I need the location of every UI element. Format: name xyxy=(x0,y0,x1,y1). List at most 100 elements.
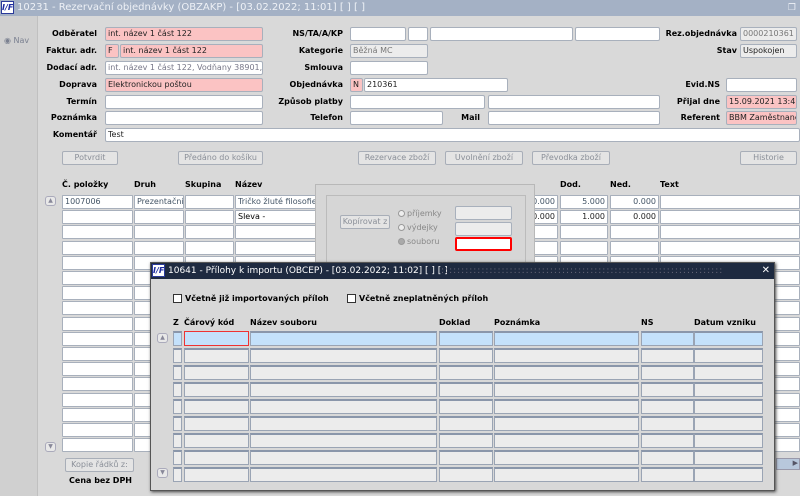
table-cell[interactable] xyxy=(235,225,320,240)
uvolneni-button[interactable]: Uvolnění zboží xyxy=(445,151,523,165)
potvrdit-button[interactable]: Potvrdit xyxy=(62,151,118,165)
dialog-cell[interactable] xyxy=(173,433,182,448)
dialog-cell[interactable] xyxy=(184,399,249,414)
table-cell[interactable] xyxy=(62,347,133,361)
table-cell[interactable] xyxy=(560,225,608,240)
dialog-cell[interactable] xyxy=(439,467,493,482)
table-cell[interactable] xyxy=(610,225,659,240)
dialog-cell[interactable] xyxy=(250,399,437,414)
table-cell[interactable] xyxy=(62,271,133,285)
table-cell[interactable] xyxy=(660,240,800,255)
komentar-field[interactable]: Test xyxy=(105,128,800,142)
a-field[interactable] xyxy=(430,27,573,41)
ta-field[interactable] xyxy=(408,27,428,41)
nav-button[interactable]: ◉ Nav xyxy=(4,36,29,45)
dialog-cell[interactable] xyxy=(439,331,493,346)
row1-skupina[interactable] xyxy=(185,195,234,209)
table-cell[interactable] xyxy=(134,240,184,255)
table-cell[interactable] xyxy=(62,362,133,377)
table-cell[interactable] xyxy=(134,225,184,240)
dialog-cell[interactable] xyxy=(694,433,763,448)
dialog-cell[interactable] xyxy=(694,365,763,380)
dialog-cell[interactable] xyxy=(250,416,437,431)
table-scroll-down[interactable]: ▼ xyxy=(45,442,56,452)
dialog-cell[interactable] xyxy=(694,382,763,397)
table-cell[interactable] xyxy=(62,240,133,255)
objednavka-field[interactable]: 210361 xyxy=(364,78,508,92)
dialog-cell[interactable] xyxy=(494,331,639,346)
dialog-scroll-up[interactable]: ▲ xyxy=(157,333,168,343)
dialog-cell[interactable] xyxy=(494,416,639,431)
table-cell[interactable] xyxy=(62,255,133,270)
dialog-scroll-down[interactable]: ▼ xyxy=(157,468,168,478)
dialog-cell[interactable] xyxy=(173,348,182,363)
close-icon[interactable]: ✕ xyxy=(762,263,770,279)
dialog-cell[interactable] xyxy=(641,416,694,431)
radio-prijemky[interactable]: příjemky xyxy=(398,209,442,218)
kategorie-field[interactable]: Běžná MC xyxy=(350,44,428,58)
dialog-cell[interactable] xyxy=(439,348,493,363)
smlouva-field[interactable] xyxy=(350,61,428,75)
dialog-cell[interactable] xyxy=(694,399,763,414)
table-cell[interactable] xyxy=(560,240,608,255)
dialog-cell[interactable] xyxy=(173,416,182,431)
termin-field[interactable] xyxy=(105,95,263,109)
table-cell[interactable] xyxy=(62,331,133,346)
dialog-cell[interactable] xyxy=(494,450,639,465)
dialog-cell[interactable] xyxy=(641,382,694,397)
table-cell[interactable] xyxy=(62,210,133,225)
zpusob-detail-field[interactable] xyxy=(488,95,660,109)
dialog-cell[interactable] xyxy=(439,433,493,448)
dialog-cell[interactable] xyxy=(494,399,639,414)
dialog-cell[interactable] xyxy=(494,467,639,482)
dodaci-field[interactable]: int. název 1 část 122, Vodňany 38901, Č xyxy=(105,61,263,75)
dialog-cell[interactable] xyxy=(694,416,763,431)
dialog-cell[interactable] xyxy=(694,331,763,346)
rezervace-button[interactable]: Rezervace zboží xyxy=(358,151,436,165)
restore-icon[interactable]: ❐ xyxy=(788,0,796,16)
dialog-cell[interactable] xyxy=(184,348,249,363)
row2-ned[interactable]: 0.000 xyxy=(610,210,659,224)
poznamka-field[interactable] xyxy=(105,111,263,125)
dialog-cell[interactable] xyxy=(694,450,763,465)
table-cell[interactable] xyxy=(660,225,800,240)
row2-nazev[interactable]: Sleva - xyxy=(235,210,320,224)
dialog-cell[interactable] xyxy=(439,382,493,397)
dialog-cell[interactable] xyxy=(641,348,694,363)
dialog-cell[interactable] xyxy=(250,433,437,448)
dialog-cell[interactable] xyxy=(184,450,249,465)
table-cell[interactable] xyxy=(235,240,320,255)
dialog-cell[interactable] xyxy=(173,382,182,397)
chk-imported[interactable]: Včetně již importovaných příloh xyxy=(173,294,329,303)
dialog-cell[interactable] xyxy=(694,348,763,363)
dialog-cell[interactable] xyxy=(641,433,694,448)
kopirovat-button[interactable]: Kopírovat z xyxy=(340,215,390,229)
table-cell[interactable] xyxy=(62,377,133,392)
referent-field[interactable]: BBM Zaměstnanc xyxy=(726,111,797,125)
vydejky-field[interactable] xyxy=(455,222,512,236)
dialog-cell[interactable] xyxy=(250,450,437,465)
stav-field[interactable]: Uspokojen xyxy=(740,44,797,58)
table-cell[interactable] xyxy=(62,225,133,240)
dialog-cell[interactable] xyxy=(694,467,763,482)
historie-button[interactable]: Historie xyxy=(740,151,797,165)
dialog-cell[interactable] xyxy=(184,467,249,482)
dialog-cell[interactable] xyxy=(494,382,639,397)
dialog-cell[interactable] xyxy=(439,399,493,414)
row1-ned[interactable]: 0.000 xyxy=(610,195,659,209)
mail-field[interactable] xyxy=(488,111,660,125)
dialog-cell[interactable] xyxy=(641,399,694,414)
prijal-field[interactable]: 15.09.2021 13:45 xyxy=(726,95,797,109)
dialog-cell[interactable] xyxy=(250,348,437,363)
dialog-cell[interactable] xyxy=(250,382,437,397)
dialog-cell[interactable] xyxy=(173,467,182,482)
row1-text[interactable] xyxy=(660,195,800,209)
dialog-cell[interactable] xyxy=(494,365,639,380)
dialog-cell[interactable] xyxy=(250,365,437,380)
table-cell[interactable] xyxy=(610,240,659,255)
scroll-right-icon[interactable]: ▶ xyxy=(793,459,798,467)
dialog-cell[interactable] xyxy=(184,331,249,346)
radio-souboru[interactable]: souboru xyxy=(398,237,439,246)
table-cell[interactable] xyxy=(62,392,133,407)
dialog-cell[interactable] xyxy=(173,399,182,414)
